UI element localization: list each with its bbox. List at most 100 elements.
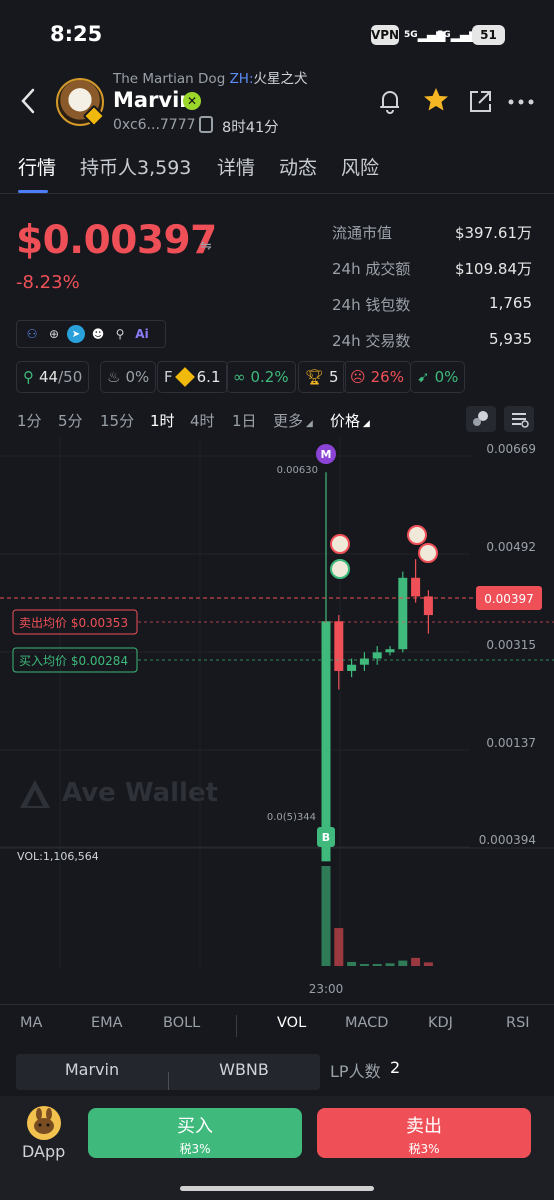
interval-1h[interactable]: 1时 <box>150 410 175 431</box>
interval-1d[interactable]: 1日 <box>232 410 257 431</box>
home-indicator <box>180 1186 374 1191</box>
signal-label: 5G <box>437 30 451 40</box>
marker-b-label: B <box>322 831 330 844</box>
tab-holders[interactable]: 持币人3,593 <box>80 153 191 180</box>
candle-body <box>372 652 382 659</box>
stat-value: $397.61万 <box>454 224 532 242</box>
divider <box>236 1015 237 1037</box>
swap-currency-icon[interactable]: ⇋ <box>200 238 212 254</box>
signal-icon: 5G ▂▄▆ <box>437 28 479 42</box>
stat-value: 1,765 <box>489 294 532 312</box>
clock: 8:25 <box>50 22 103 46</box>
interval-4h[interactable]: 4时 <box>190 410 215 431</box>
indicator-macd[interactable]: MACD <box>345 1015 388 1031</box>
buy-avg-label: 买入均价 $0.00284 <box>19 654 128 668</box>
indicator-kdj[interactable]: KDJ <box>428 1015 453 1031</box>
qq-icon[interactable]: ☻ <box>89 325 107 343</box>
trader-avatar-icon <box>407 525 427 545</box>
candle-body <box>398 577 408 650</box>
volume-bar <box>347 961 357 966</box>
telegram-icon[interactable]: ➤ <box>67 325 85 343</box>
lp-count-label: LP人数 <box>330 1062 381 1081</box>
chip-value: 44 <box>39 368 59 386</box>
holders-chip[interactable]: ⚲ 44/50 <box>16 361 90 393</box>
rocket-chip[interactable]: ➹ 0% <box>410 361 466 393</box>
tab-risk[interactable]: 风险 <box>341 153 379 180</box>
interval-5m[interactable]: 5分 <box>58 410 83 431</box>
interval-more[interactable]: 更多 ◢ <box>273 410 313 431</box>
volume-bar <box>385 963 395 966</box>
trophy-icon: 🏆︎ <box>305 368 325 386</box>
status-bar: 8:25 VPN 5G ▂▄▆ 5G ▂▄▆ 51 <box>0 0 554 70</box>
alien-chip[interactable]: ☹ 26% <box>343 361 411 393</box>
contract-address[interactable]: 0xc6...7777 <box>113 117 196 133</box>
indicator-rsi[interactable]: RSI <box>506 1015 530 1031</box>
indicator-vol[interactable]: VOL <box>277 1015 306 1031</box>
subtitle-zh-tag: ZH: <box>229 71 254 87</box>
volume-bar <box>372 964 382 966</box>
buy-tax: 税3% <box>179 1142 211 1156</box>
score-chip[interactable]: F 6.1 <box>157 361 228 393</box>
star-icon[interactable] <box>422 86 450 114</box>
rocket-icon: ➹ <box>417 368 430 386</box>
trophy-chip[interactable]: 🏆︎ 5 <box>298 361 346 393</box>
volume-bar <box>321 866 331 966</box>
indicator-ema[interactable]: EMA <box>91 1015 123 1031</box>
interval-15m[interactable]: 15分 <box>100 410 134 431</box>
chip-suffix: /50 <box>58 368 83 386</box>
tab-market[interactable]: 行情 <box>18 153 56 180</box>
main-tabs: 行情 持币人3,593 详情 动态 风险 <box>0 150 554 194</box>
indicator-boll[interactable]: BOLL <box>163 1015 200 1031</box>
x-tick-label: 23:00 <box>309 982 344 996</box>
link-icon: ∞ <box>233 368 246 386</box>
pancakeswap-icon[interactable] <box>27 1106 61 1140</box>
marker-m-label: M <box>321 448 332 461</box>
ai-icon[interactable]: Ai <box>133 325 151 343</box>
copy-icon[interactable] <box>199 116 213 133</box>
back-arrow-icon[interactable] <box>18 86 40 116</box>
current-price: $0.00397 <box>16 218 217 263</box>
sell-button[interactable]: 卖出 税3% <box>317 1108 531 1158</box>
share-icon[interactable] <box>467 89 493 115</box>
y-tick-label: 0.000394 <box>479 833 536 847</box>
sell-tax: 税3% <box>408 1142 440 1156</box>
link-chip[interactable]: ∞ 0.2% <box>226 361 296 393</box>
stat-label: 24h 交易数 <box>332 332 411 350</box>
globe-icon[interactable]: ⊕ <box>45 325 63 343</box>
stat-label: 流通市值 <box>332 224 393 242</box>
chip-value: 0% <box>434 368 459 386</box>
chip-value: 6.1 <box>196 368 221 386</box>
low-price-label: 0.0(5)344 <box>267 812 316 823</box>
chart-settings-icon[interactable] <box>504 406 534 432</box>
bell-icon[interactable] <box>376 87 404 115</box>
stat-label: 24h 钱包数 <box>332 296 411 314</box>
subtitle-en: The Martian Dog <box>113 71 226 87</box>
tab-details[interactable]: 详情 <box>217 153 255 180</box>
lp-tab-token[interactable]: Marvin <box>16 1060 168 1079</box>
volume-bar <box>398 960 408 966</box>
candle-body <box>411 577 421 597</box>
buy-button[interactable]: 买入 税3% <box>88 1108 302 1158</box>
price-chart[interactable]: 0.00669 0.00492 0.00315 0.00137 0.000394 VOL… <box>0 438 554 1003</box>
tab-activity[interactable]: 动态 <box>279 153 317 180</box>
dapp-label[interactable]: DApp <box>22 1142 65 1161</box>
alien-icon: ☹ <box>350 368 366 386</box>
candle-body <box>321 621 331 862</box>
interval-1m[interactable]: 1分 <box>17 410 42 431</box>
chart-style-icon[interactable] <box>466 406 496 432</box>
candle-body <box>347 664 357 671</box>
more-icon[interactable] <box>508 98 534 106</box>
price-mode-select[interactable]: 价格 ◢ <box>330 410 370 431</box>
user-icon[interactable]: ⚇ <box>23 325 41 343</box>
lp-tab-wbnb[interactable]: WBNB <box>168 1060 320 1079</box>
candle-body <box>385 649 395 653</box>
dev-hold-chip[interactable]: ♨ 0% <box>100 361 157 393</box>
y-tick-label: 0.00137 <box>486 736 536 750</box>
search-icon[interactable]: ⚲ <box>111 325 129 343</box>
verified-icon: ✕ <box>183 92 201 110</box>
signal-icon: 5G ▂▄▆ <box>404 28 446 42</box>
price-change: -8.23% <box>16 272 80 293</box>
sell-label: 卖出 <box>406 1116 442 1137</box>
interval-more-label: 更多 <box>273 412 304 430</box>
indicator-ma[interactable]: MA <box>20 1015 42 1031</box>
